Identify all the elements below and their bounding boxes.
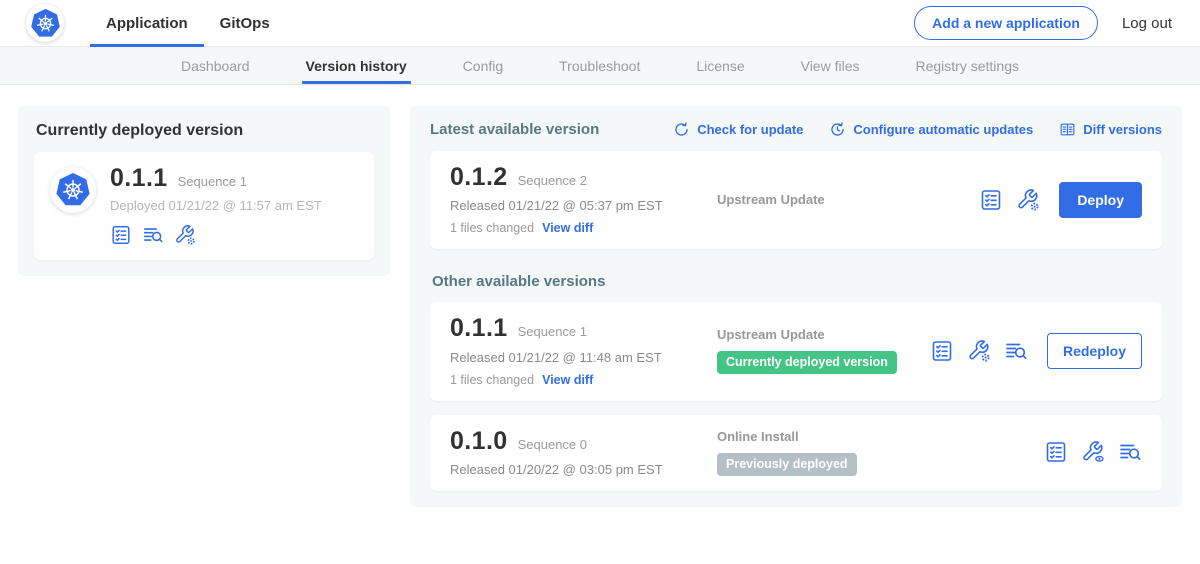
deployed-actions bbox=[110, 224, 322, 246]
edit-config-icon[interactable] bbox=[967, 339, 991, 363]
version-info: 0.1.0 Sequence 0 Released 01/20/22 @ 03:… bbox=[450, 428, 705, 477]
available-header: Latest available version Check for updat… bbox=[430, 121, 1162, 138]
version-source: Online Install Previously deployed bbox=[705, 429, 1044, 476]
main-content: Currently deployed version 0.1.1 Sequenc… bbox=[0, 85, 1200, 528]
version-source: Upstream Update Currently deployed versi… bbox=[705, 327, 930, 374]
deployed-sequence: Sequence 1 bbox=[178, 174, 247, 189]
released-timestamp: Released 01/21/22 @ 11:48 am EST bbox=[450, 350, 705, 365]
version-number: 0.1.0 bbox=[450, 428, 508, 454]
tab-gitops[interactable]: GitOps bbox=[204, 0, 286, 46]
source-label: Upstream Update bbox=[717, 192, 979, 207]
latest-available-title: Latest available version bbox=[430, 121, 599, 138]
subnav-tab-registry-settings[interactable]: Registry settings bbox=[916, 47, 1019, 84]
configure-automatic-updates-label: Configure automatic updates bbox=[853, 122, 1033, 137]
version-source: Upstream Update bbox=[705, 192, 979, 207]
source-label: Upstream Update bbox=[717, 327, 930, 342]
files-changed-text: 1 files changed bbox=[450, 373, 534, 387]
release-notes-icon[interactable] bbox=[1044, 440, 1068, 464]
redeploy-button[interactable]: Redeploy bbox=[1047, 333, 1142, 369]
diff-versions-icon bbox=[1059, 121, 1076, 138]
configure-automatic-updates-link[interactable]: Configure automatic updates bbox=[829, 121, 1033, 138]
version-sequence: Sequence 2 bbox=[518, 173, 587, 188]
app-subnav: Dashboard Version history Config Trouble… bbox=[0, 47, 1200, 85]
logout-link[interactable]: Log out bbox=[1122, 15, 1172, 32]
version-card-0-1-2: 0.1.2 Sequence 2 Released 01/21/22 @ 05:… bbox=[430, 151, 1162, 249]
kubernetes-icon bbox=[30, 8, 61, 39]
view-logs-icon[interactable] bbox=[142, 224, 164, 246]
deployed-version: 0.1.1 bbox=[110, 165, 168, 191]
version-number: 0.1.2 bbox=[450, 164, 508, 190]
version-info: 0.1.2 Sequence 2 Released 01/21/22 @ 05:… bbox=[450, 164, 705, 235]
version-line: 0.1.0 Sequence 0 bbox=[450, 428, 705, 454]
version-sequence: Sequence 1 bbox=[518, 324, 587, 339]
schedule-update-icon bbox=[829, 121, 846, 138]
version-info: 0.1.1 Sequence 1 Released 01/21/22 @ 11:… bbox=[450, 315, 705, 386]
deployed-version-line: 0.1.1 Sequence 1 bbox=[110, 165, 322, 191]
released-timestamp: Released 01/20/22 @ 03:05 pm EST bbox=[450, 462, 705, 477]
subnav-tab-config[interactable]: Config bbox=[463, 47, 503, 84]
subnav-tab-license[interactable]: License bbox=[696, 47, 744, 84]
version-actions bbox=[1044, 440, 1142, 464]
header-tabs: Application GitOps bbox=[90, 0, 286, 46]
subnav-tab-view-files[interactable]: View files bbox=[801, 47, 860, 84]
app-header: Application GitOps Add a new application… bbox=[0, 0, 1200, 47]
kubernetes-icon bbox=[55, 172, 91, 208]
view-diff-link[interactable]: View diff bbox=[542, 373, 593, 387]
version-number: 0.1.1 bbox=[450, 315, 508, 341]
view-logs-icon[interactable] bbox=[1118, 440, 1142, 464]
check-for-update-label: Check for update bbox=[697, 122, 803, 137]
currently-deployed-panel: Currently deployed version 0.1.1 Sequenc… bbox=[18, 106, 390, 276]
released-timestamp: Released 01/21/22 @ 05:37 pm EST bbox=[450, 198, 705, 213]
deployed-info: 0.1.1 Sequence 1 Deployed 01/21/22 @ 11:… bbox=[110, 165, 322, 246]
preflight-config-icon[interactable] bbox=[1081, 440, 1105, 464]
app-avatar bbox=[50, 167, 96, 213]
version-actions: Deploy bbox=[979, 182, 1142, 218]
version-line: 0.1.1 Sequence 1 bbox=[450, 315, 705, 341]
add-application-button[interactable]: Add a new application bbox=[914, 6, 1098, 40]
view-diff-link[interactable]: View diff bbox=[542, 221, 593, 235]
source-label: Online Install bbox=[717, 429, 1044, 444]
version-card-0-1-0: 0.1.0 Sequence 0 Released 01/20/22 @ 03:… bbox=[430, 415, 1162, 491]
available-versions-panel: Latest available version Check for updat… bbox=[410, 106, 1182, 507]
currently-deployed-card: 0.1.1 Sequence 1 Deployed 01/21/22 @ 11:… bbox=[34, 152, 374, 260]
version-card-0-1-1: 0.1.1 Sequence 1 Released 01/21/22 @ 11:… bbox=[430, 302, 1162, 400]
edit-config-icon[interactable] bbox=[174, 224, 196, 246]
files-changed-line: 1 files changed View diff bbox=[450, 221, 705, 235]
files-changed-text: 1 files changed bbox=[450, 221, 534, 235]
release-notes-icon[interactable] bbox=[110, 224, 132, 246]
previously-deployed-badge: Previously deployed bbox=[717, 453, 857, 476]
release-notes-icon[interactable] bbox=[930, 339, 954, 363]
files-changed-line: 1 files changed View diff bbox=[450, 373, 705, 387]
diff-versions-link[interactable]: Diff versions bbox=[1059, 121, 1162, 138]
deployed-timestamp: Deployed 01/21/22 @ 11:57 am EST bbox=[110, 198, 322, 213]
check-for-update-link[interactable]: Check for update bbox=[673, 121, 803, 138]
kubernetes-logo bbox=[26, 4, 64, 42]
subnav-tab-version-history[interactable]: Version history bbox=[306, 47, 407, 84]
available-actions: Check for update Configure automatic upd… bbox=[673, 121, 1162, 138]
version-actions: Redeploy bbox=[930, 333, 1142, 369]
version-sequence: Sequence 0 bbox=[518, 437, 587, 452]
tab-application[interactable]: Application bbox=[90, 0, 204, 46]
other-available-versions-title: Other available versions bbox=[432, 273, 1162, 290]
view-logs-icon[interactable] bbox=[1004, 339, 1028, 363]
subnav-tab-dashboard[interactable]: Dashboard bbox=[181, 47, 250, 84]
subnav-tab-troubleshoot[interactable]: Troubleshoot bbox=[559, 47, 640, 84]
diff-versions-label: Diff versions bbox=[1083, 122, 1162, 137]
deploy-button[interactable]: Deploy bbox=[1059, 182, 1142, 218]
currently-deployed-badge: Currently deployed version bbox=[717, 351, 897, 374]
edit-config-icon[interactable] bbox=[1016, 188, 1040, 212]
version-line: 0.1.2 Sequence 2 bbox=[450, 164, 705, 190]
release-notes-icon[interactable] bbox=[979, 188, 1003, 212]
currently-deployed-title: Currently deployed version bbox=[36, 122, 374, 140]
refresh-icon bbox=[673, 121, 690, 138]
header-right: Add a new application Log out bbox=[914, 6, 1172, 40]
